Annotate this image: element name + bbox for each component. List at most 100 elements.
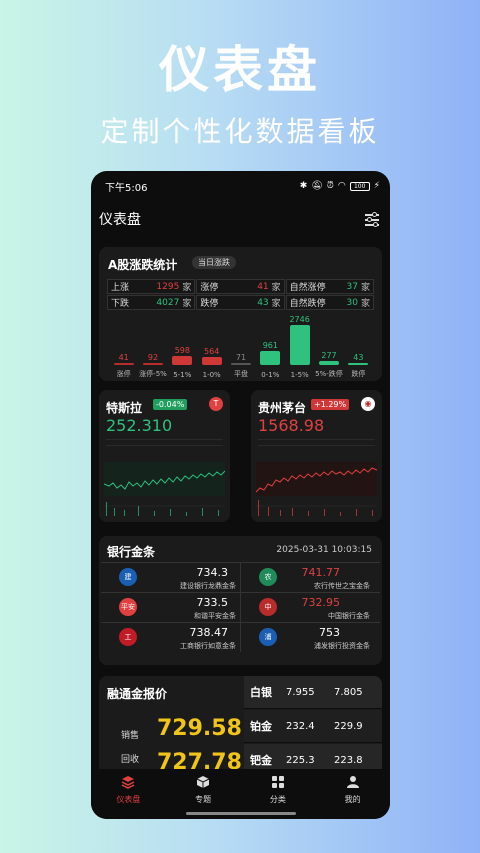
- stock-card-moutai[interactable]: 贵州茅台 +1.29% ◉ 1568.98: [251, 390, 382, 522]
- bank-logo-icon: 工: [119, 628, 137, 646]
- bank-gold-price: 753: [319, 626, 340, 639]
- stats-cell: 自然涨停 37 家: [285, 279, 374, 294]
- bar: [143, 363, 163, 365]
- quote-card[interactable]: 融通金报价 销售 729.58 回收 727.78 白银 7.955 7.805 铂金…: [99, 676, 382, 776]
- tab-label: 仪表盘: [116, 795, 141, 804]
- stock-change-badge: +1.29%: [311, 399, 350, 410]
- stock-meta: [106, 435, 223, 452]
- bar-value-label: 277: [321, 350, 337, 360]
- header: 仪表盘: [99, 209, 380, 229]
- metal-sell-price: 232.4: [286, 720, 315, 732]
- sell-price: 729.58: [157, 716, 242, 741]
- bank-logo-icon: 中: [259, 598, 277, 616]
- mute-icon: 🔕︎: [311, 181, 323, 191]
- bar: [348, 363, 369, 365]
- stats-cell: 涨停 41 家: [196, 279, 285, 294]
- tab-label: 我的: [344, 795, 361, 804]
- bank-gold-item[interactable]: 工 738.47 工商银行如意金条: [101, 623, 241, 652]
- stock-name: 贵州茅台: [258, 401, 307, 415]
- intraday-chart: [256, 462, 377, 516]
- tab-dashboard[interactable]: 仪表盘: [91, 769, 166, 819]
- bank-row: 建 734.3 建设银行龙鼎金条 农 741.77 农行传世之宝金条: [101, 562, 380, 592]
- stock-price: 252.310: [106, 416, 173, 435]
- bar-category-label: 涨停: [116, 370, 131, 378]
- bank-gold-name: 和谐平安金条: [194, 612, 236, 620]
- metal-row[interactable]: 铂金 232.4 229.9: [244, 710, 382, 743]
- bar-value-label: 71: [235, 353, 247, 362]
- battery-icon: 100: [349, 181, 370, 191]
- bank-gold-item[interactable]: 建 734.3 建设银行龙鼎金条: [101, 563, 241, 592]
- bank-gold-title: 银行金条: [107, 545, 156, 559]
- metal-sell-price: 225.3: [286, 754, 315, 766]
- buy-label: 回收: [121, 755, 140, 765]
- distribution-bar-chart: 41 涨停 92 涨停-5% 598 5-1% 564 1-0% 71 平盘 961 0-1% 2746…: [109, 315, 373, 379]
- stats-unit: 家: [182, 299, 192, 309]
- phone-screen: 下午5:06 ✱ 🔕︎ ⏰︎ ◠ 100 ⚡︎ 仪表盘 A股涨跌统计 当日涨跌 …: [91, 171, 390, 819]
- stats-unit: 家: [360, 283, 370, 293]
- bank-gold-item[interactable]: 中 732.95 中国银行金条: [241, 593, 380, 622]
- stats-table: 上涨 1295 家涨停 41 家自然涨停 37 家下跌 4027 家跌停 43 家自然跌停 30 家: [107, 279, 375, 311]
- moutai-logo-icon: ◉: [361, 397, 375, 411]
- stock-card-tesla[interactable]: 特斯拉 -0.04% T 252.310: [99, 390, 230, 522]
- stats-label: 自然跌停: [289, 299, 326, 309]
- bank-gold-item[interactable]: 农 741.77 农行传世之宝金条: [241, 563, 380, 592]
- tesla-logo-icon: T: [209, 397, 223, 411]
- bar-category-label: 1-5%: [290, 371, 309, 379]
- stats-row: 下跌 4027 家跌停 43 家自然跌停 30 家: [107, 295, 375, 310]
- bar: [172, 356, 193, 365]
- bank-row: 工 738.47 工商银行如意金条 浦 753 浦发银行投资金条: [101, 622, 380, 652]
- bluetooth-icon: ✱: [299, 181, 308, 191]
- stats-cell: 跌停 43 家: [196, 295, 285, 310]
- user-icon: [346, 776, 359, 788]
- bank-gold-grid: 建 734.3 建设银行龙鼎金条 农 741.77 农行传世之宝金条 平安 733.5 和谐平安…: [101, 562, 380, 652]
- bar: [260, 351, 281, 365]
- bank-gold-name: 浦发银行投资金条: [314, 642, 370, 650]
- bank-logo-icon: 建: [119, 568, 137, 586]
- metal-buy-price: 223.8: [334, 754, 363, 766]
- stock-price: 1568.98: [258, 416, 325, 435]
- bank-gold-card[interactable]: 银行金条 2025-03-31 10:03:15 建 734.3 建设银行龙鼎金条农…: [99, 536, 382, 665]
- bar-value-label: 564: [204, 346, 220, 356]
- bank-gold-price: 734.3: [196, 566, 229, 579]
- metal-row[interactable]: 白银 7.955 7.805: [244, 676, 382, 709]
- bank-gold-item[interactable]: 浦 753 浦发银行投资金条: [241, 623, 380, 652]
- metal-buy-price: 7.805: [334, 686, 363, 698]
- bank-logo-icon: 浦: [259, 628, 277, 646]
- bank-gold-name: 建设银行龙鼎金条: [180, 582, 236, 590]
- stats-cell: 自然跌停 30 家: [285, 295, 374, 310]
- limit-stats-card[interactable]: A股涨跌统计 当日涨跌 上涨 1295 家涨停 41 家自然涨停 37 家下跌 4027 家跌停…: [99, 247, 382, 381]
- intraday-chart: [104, 462, 225, 516]
- tab-profile[interactable]: 我的: [315, 769, 390, 819]
- home-indicator: [186, 812, 296, 815]
- settings-sliders-icon[interactable]: [364, 211, 380, 227]
- bar-value-label: 41: [118, 353, 129, 362]
- bar-value-label: 2746: [289, 315, 310, 324]
- layers-icon: [122, 776, 135, 789]
- bar-category-label: 5%-跌停: [315, 370, 343, 378]
- charging-icon: ⚡︎: [373, 181, 380, 191]
- metal-buy-price: 229.9: [334, 720, 363, 732]
- stock-name: 特斯拉: [106, 401, 143, 415]
- stats-value: 37: [346, 281, 358, 292]
- stock-change-badge: -0.04%: [153, 399, 188, 410]
- bar: [319, 360, 339, 365]
- stats-value: 4027: [156, 297, 180, 308]
- bank-gold-price: 733.5: [196, 596, 229, 609]
- bank-gold-name: 中国银行金条: [328, 612, 370, 620]
- quote-title: 融通金报价: [107, 687, 168, 701]
- bank-gold-item[interactable]: 平安 733.5 和谐平安金条: [101, 593, 241, 622]
- metal-name: 钯金: [250, 754, 272, 767]
- bank-gold-timestamp: 2025-03-31 10:03:15: [276, 545, 372, 555]
- bar-category-label: 跌停: [351, 370, 366, 378]
- stats-cell: 下跌 4027 家: [107, 295, 196, 310]
- stock-meta: [258, 435, 375, 452]
- status-time: 下午5:06: [105, 182, 148, 194]
- metal-name: 铂金: [250, 720, 272, 733]
- period-pill[interactable]: 当日涨跌: [192, 256, 236, 269]
- bar: [201, 356, 222, 365]
- stats-value: 30: [346, 297, 358, 308]
- bank-gold-name: 农行传世之宝金条: [314, 582, 370, 590]
- bar-value-label: 961: [262, 341, 278, 351]
- stats-unit: 家: [271, 299, 281, 309]
- stats-unit: 家: [360, 299, 370, 309]
